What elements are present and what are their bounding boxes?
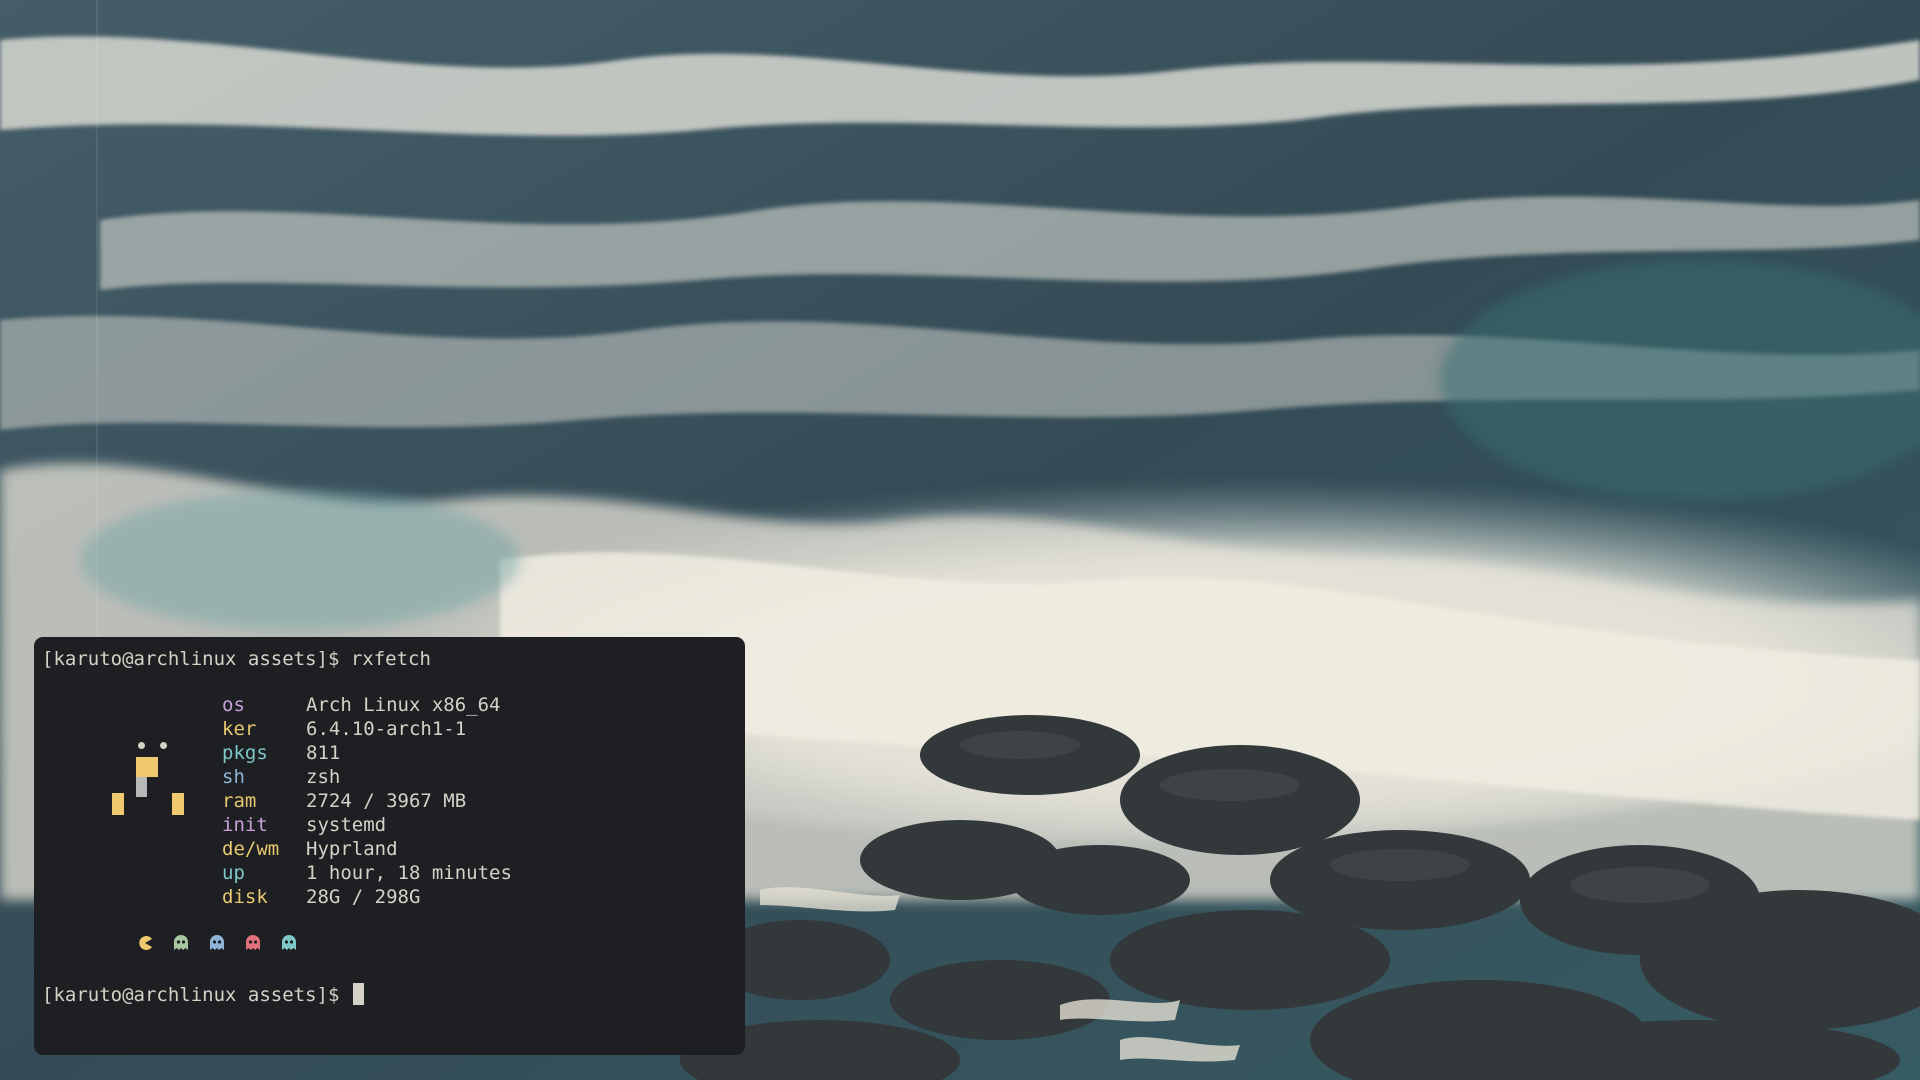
text-cursor — [352, 983, 364, 1005]
logo-eye-right — [160, 742, 167, 749]
info-row-ram: ram 2724 / 3967 MB — [222, 789, 512, 813]
logo-foot-left — [112, 793, 124, 815]
info-key: os — [222, 694, 245, 716]
logo-head — [136, 757, 158, 777]
info-value: Arch Linux x86_64 — [306, 694, 501, 716]
pacman-icon — [139, 936, 152, 950]
ghost-cyan-icon — [282, 935, 296, 950]
info-value: 6.4.10-arch1-1 — [306, 718, 467, 740]
pacman-ghost-row — [137, 935, 307, 955]
info-key: ram — [222, 790, 257, 812]
info-value: 1 hour, 18 minutes — [306, 862, 512, 884]
ghost-green-icon — [174, 935, 188, 950]
info-value: 28G / 298G — [306, 886, 421, 908]
desktop: [karuto@archlinux assets]$ rxfetch os Arc… — [0, 0, 1920, 1080]
logo-neck — [136, 777, 147, 797]
info-row-up: up 1 hour, 18 minutes — [222, 861, 512, 885]
system-info: os Arch Linux x86_64 ker 6.4.10-arch1-1 pkgs… — [222, 693, 512, 909]
info-key: up — [222, 862, 245, 884]
command-prompt-line-active[interactable]: [karuto@archlinux assets]$ — [42, 983, 364, 1007]
info-key: disk — [222, 886, 268, 908]
ghost-blue-icon — [210, 935, 224, 950]
info-key: ker — [222, 718, 257, 740]
info-key: pkgs — [222, 742, 268, 764]
info-key: init — [222, 814, 268, 836]
command-prompt-line: [karuto@archlinux assets]$ rxfetch — [42, 648, 431, 670]
info-row-init: init systemd — [222, 813, 512, 837]
info-value: Hyprland — [306, 838, 398, 860]
info-row-os: os Arch Linux x86_64 — [222, 693, 512, 717]
info-row-sh: sh zsh — [222, 765, 512, 789]
info-value: 2724 / 3967 MB — [306, 790, 467, 812]
info-row-de-wm: de/wm Hyprland — [222, 837, 512, 861]
terminal-window[interactable]: [karuto@archlinux assets]$ rxfetch os Arc… — [34, 637, 745, 1055]
logo-foot-right — [172, 793, 184, 815]
pixel-art-logo — [74, 742, 184, 822]
info-value: 811 — [306, 742, 341, 764]
info-row-ker: ker 6.4.10-arch1-1 — [222, 717, 512, 741]
prompt-text: [karuto@archlinux assets]$ — [42, 984, 351, 1006]
logo-eye-left — [138, 742, 145, 749]
ghost-red-icon — [246, 935, 260, 950]
info-value: systemd — [306, 814, 387, 836]
info-key: de/wm — [222, 838, 280, 860]
info-key: sh — [222, 766, 245, 788]
info-value: zsh — [306, 766, 341, 788]
info-row-pkgs: pkgs 811 — [222, 741, 512, 765]
info-row-disk: disk 28G / 298G — [222, 885, 512, 909]
